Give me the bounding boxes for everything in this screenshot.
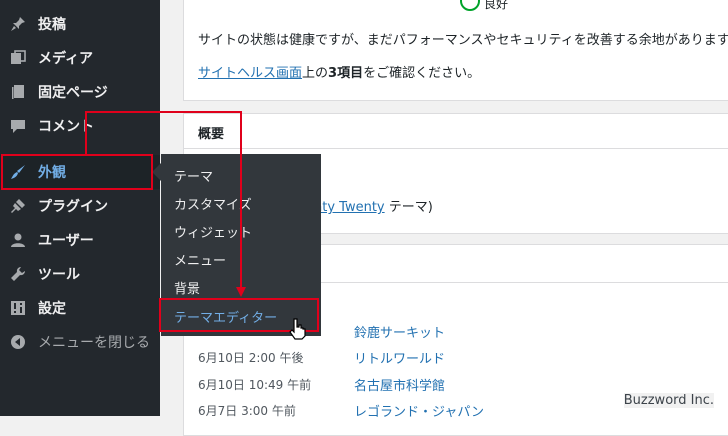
highlight-appearance	[1, 154, 153, 190]
pending-post-title[interactable]: 名古屋市科学館	[354, 375, 445, 394]
pending-post-date: 6月7日 3:00 午前	[198, 404, 296, 418]
hand-cursor-icon	[289, 318, 307, 344]
pin-icon	[8, 14, 28, 34]
annotation-line-top	[85, 111, 242, 113]
collapse-icon	[8, 332, 28, 352]
menu-label: 投稿	[38, 17, 66, 33]
pending-post-title[interactable]: 鈴鹿サーキット	[354, 322, 445, 341]
menu-label: 固定ページ	[38, 85, 108, 101]
menu-label: プラグイン	[38, 199, 108, 215]
menu-media[interactable]: メディア	[0, 41, 160, 75]
collapse-menu-button[interactable]: メニューを閉じる	[0, 325, 160, 359]
pending-post-title[interactable]: リトルワールド	[354, 348, 445, 367]
media-icon	[8, 48, 28, 68]
theme-line: nty Twenty テーマ)	[314, 196, 433, 215]
menu-tools[interactable]: ツール	[0, 257, 160, 291]
annotation-arrow-head	[236, 287, 246, 297]
site-health-panel: 良好 サイトの状態は健康ですが、まだパフォーマンスやセキュリティを改善する余地が…	[183, 0, 728, 101]
menu-settings[interactable]: 設定	[0, 291, 160, 325]
menu-users[interactable]: ユーザー	[0, 223, 160, 257]
health-message: サイトの状態は健康ですが、まだパフォーマンスやセキュリティを改善する余地がありま…	[198, 33, 728, 48]
menu-label: 設定	[38, 301, 66, 317]
settings-icon	[8, 298, 28, 318]
comment-icon	[8, 116, 28, 136]
pending-post-title[interactable]: レゴランド・ジャパン	[354, 401, 484, 420]
site-health-link[interactable]: サイトヘルス画面	[198, 66, 302, 81]
menu-label: メニューを閉じる	[38, 335, 150, 351]
menu-comments[interactable]: コメント	[0, 109, 160, 143]
menu-plugins[interactable]: プラグイン	[0, 189, 160, 223]
pending-post-date: 6月10日 2:00 午後	[198, 351, 304, 365]
health-link-line: サイトヘルス画面上の3項目をご確認ください。	[198, 62, 480, 81]
annotation-line-vertical-right	[240, 111, 242, 288]
health-count: 3項目	[328, 66, 364, 81]
health-good-icon	[460, 0, 480, 11]
active-menu-arrow	[152, 163, 161, 181]
submenu-menus[interactable]: メニュー	[174, 250, 226, 269]
health-suffix-after: をご確認ください。	[363, 66, 481, 81]
watermark: Buzzword Inc.	[623, 393, 714, 408]
menu-label: メディア	[38, 51, 94, 67]
page-icon	[8, 82, 28, 102]
submenu-themes[interactable]: テーマ	[174, 166, 213, 185]
overview-title: 概要	[198, 127, 225, 142]
overview-divider	[184, 148, 728, 149]
health-suffix-before: 上の	[302, 66, 329, 81]
admin-sidebar: 投稿 メディア 固定ページ コメント 外観 プラグイン ユーザー ツール 設定 …	[0, 0, 160, 416]
wrench-icon	[8, 264, 28, 284]
theme-suffix: テーマ)	[388, 200, 433, 215]
menu-pages[interactable]: 固定ページ	[0, 75, 160, 109]
annotation-line-vertical-left	[85, 111, 87, 155]
menu-label: ツール	[38, 267, 80, 283]
menu-label: ユーザー	[38, 233, 94, 249]
health-status: 良好	[484, 0, 509, 11]
plugin-icon	[8, 196, 28, 216]
menu-posts[interactable]: 投稿	[0, 7, 160, 41]
submenu-background[interactable]: 背景	[174, 278, 200, 297]
theme-link[interactable]: nty Twenty	[314, 200, 385, 215]
user-icon	[8, 230, 28, 250]
pending-post-date: 6月10日 10:49 午前	[198, 378, 312, 392]
